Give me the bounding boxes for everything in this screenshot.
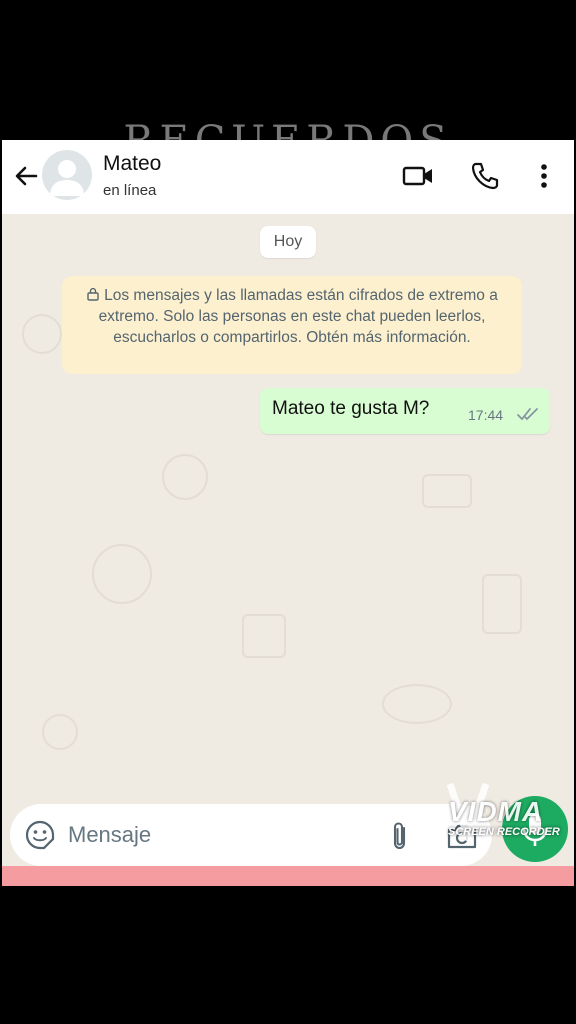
wallpaper-doodle — [242, 614, 286, 658]
wallpaper-doodle — [422, 474, 472, 508]
wallpaper-doodle — [42, 714, 78, 750]
arrow-left-icon — [15, 166, 38, 186]
more-vert-icon — [541, 164, 547, 188]
contact-status: en línea — [103, 182, 157, 199]
bottom-overlay-strip — [2, 866, 574, 886]
read-ticks-icon — [517, 408, 538, 421]
wallpaper-doodle — [92, 544, 152, 604]
video-call-button[interactable] — [402, 160, 434, 192]
wallpaper-doodle — [382, 684, 452, 724]
bottom-letterbox — [0, 886, 576, 1024]
chat-header: Mateo en línea — [2, 140, 574, 214]
contact-name[interactable]: Mateo — [103, 152, 161, 176]
sticker-icon — [25, 820, 55, 850]
voice-call-button[interactable] — [469, 160, 501, 192]
avatar[interactable] — [42, 150, 92, 200]
date-chip: Hoy — [260, 226, 316, 258]
paperclip-icon — [393, 822, 406, 850]
message-input[interactable] — [68, 816, 368, 854]
wallpaper-doodle — [162, 454, 208, 500]
watermark-subtitle: SCREEN RECORDER — [448, 826, 560, 838]
message-text: Mateo te gusta M? — [272, 398, 430, 419]
chat-area[interactable]: Hoy Los mensajes y las llamadas están ci… — [2, 214, 574, 794]
default-avatar-icon — [50, 160, 84, 196]
message-time: 17:44 — [468, 407, 504, 423]
encryption-notice[interactable]: Los mensajes y las llamadas están cifrad… — [62, 276, 522, 374]
more-options-button[interactable] — [528, 160, 560, 192]
phone-icon — [471, 162, 499, 190]
attach-button[interactable] — [384, 819, 416, 853]
lock-icon — [87, 287, 99, 301]
watermark-brand: VIDMA — [448, 796, 544, 827]
top-letterbox: RECUERDOS — [0, 0, 576, 140]
wallpaper-doodle — [482, 574, 522, 634]
chat-screen: Mateo en línea Hoy Los mensajes y las ll… — [2, 140, 574, 886]
back-button[interactable] — [12, 162, 40, 190]
sticker-button[interactable] — [24, 819, 56, 851]
wallpaper-doodle — [22, 314, 62, 354]
overlay-title: RECUERDOS — [0, 118, 576, 140]
outgoing-message[interactable]: Mateo te gusta M? 17:44 — [260, 388, 550, 434]
message-input-container[interactable] — [10, 804, 492, 866]
video-call-icon — [402, 166, 432, 186]
encryption-notice-text: Los mensajes y las llamadas están cifrad… — [98, 287, 498, 346]
